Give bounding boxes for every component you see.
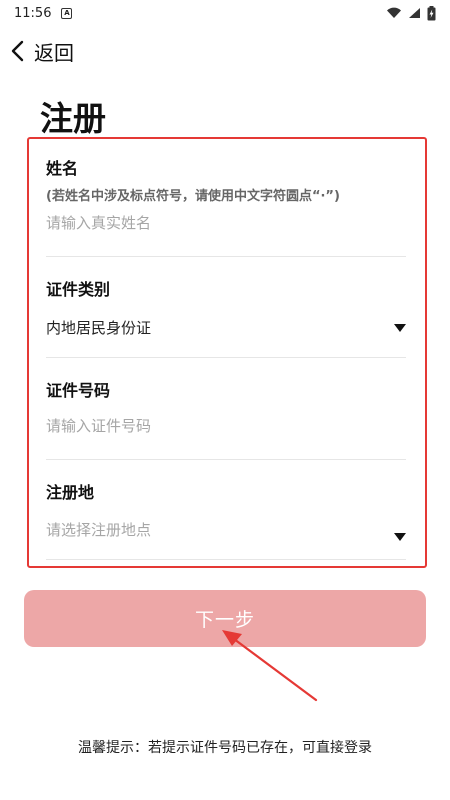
name-hint: (若姓名中涉及标点符号，请使用中文字符圆点“·”) <box>46 189 340 204</box>
back-button[interactable]: 返回 <box>10 34 74 68</box>
region-placeholder: 请选择注册地点 <box>46 520 152 539</box>
divider <box>46 459 406 460</box>
dropdown-triangle-icon <box>394 323 406 332</box>
id-number-field: 证件号码 <box>46 377 406 401</box>
battery-charging-icon <box>427 5 436 20</box>
status-bar: 11:56 A <box>0 0 450 26</box>
id-type-select[interactable]: 内地居民身份证 <box>46 317 406 338</box>
region-field: 注册地 <box>46 479 406 503</box>
name-label: 姓名 <box>46 159 79 178</box>
annotation-arrow-icon <box>222 630 318 702</box>
status-time: 11:56 <box>14 5 52 21</box>
name-input-wrap <box>46 214 406 232</box>
region-select[interactable]: 请选择注册地点 <box>46 517 406 541</box>
chevron-left-icon <box>11 40 24 62</box>
divider <box>46 256 406 257</box>
id-number-input[interactable] <box>46 417 406 435</box>
back-label: 返回 <box>34 40 74 65</box>
id-type-field: 证件类别 <box>46 276 406 300</box>
id-type-label: 证件类别 <box>46 280 111 299</box>
dropdown-triangle-icon <box>394 533 406 541</box>
registration-form: 姓名 (若姓名中涉及标点符号，请使用中文字符圆点“·”) 证件类别 内地居民身份… <box>27 137 427 568</box>
name-input[interactable] <box>46 214 406 232</box>
id-number-input-wrap <box>46 417 406 435</box>
status-right <box>386 5 436 21</box>
name-field: 姓名 (若姓名中涉及标点符号，请使用中文字符圆点“·”) <box>46 155 406 204</box>
id-number-label: 证件号码 <box>46 381 111 400</box>
status-left: 11:56 A <box>14 5 73 21</box>
divider <box>46 357 406 358</box>
id-type-value: 内地居民身份证 <box>46 319 152 337</box>
tip-text: 温馨提示：若提示证件号码已存在，可直接登录 <box>78 740 372 756</box>
a-notification-icon: A <box>61 7 73 19</box>
divider <box>46 559 406 560</box>
wifi-icon <box>387 7 401 19</box>
page-title: 注册 <box>40 99 106 138</box>
region-label: 注册地 <box>46 483 95 502</box>
signal-icon <box>409 8 420 18</box>
